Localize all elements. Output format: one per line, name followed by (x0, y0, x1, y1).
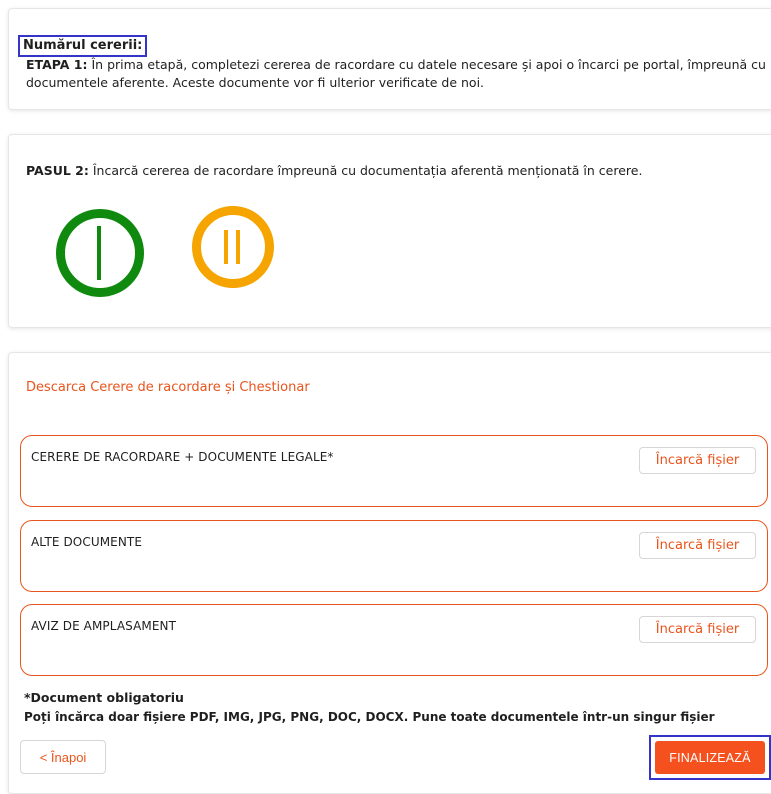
upload-other-documents-button[interactable]: Încarcă fișier (639, 532, 756, 559)
upload-legal-documents-label: CERERE DE RACORDARE + DOCUMENTE LEGALE* (31, 450, 334, 464)
pause-icon-bar-right (236, 230, 240, 264)
stage1-label: ETAPA 1: (26, 57, 88, 72)
pause-icon-bar-left (224, 230, 228, 264)
upload-site-permit-label: AVIZ DE AMPLASAMENT (31, 619, 177, 633)
power-icon-bar (97, 226, 101, 280)
power-icon (56, 209, 144, 297)
upload-legal-documents: CERERE DE RACORDARE + DOCUMENTE LEGALE* … (20, 435, 768, 507)
upload-site-permit-button[interactable]: Încarcă fișier (639, 616, 756, 643)
required-note: *Document obligatoriu (24, 690, 184, 705)
download-form-link[interactable]: Descarca Cerere de racordare și Chestion… (26, 380, 310, 395)
stage1-text: În prima etapă, completezi cererea de ra… (26, 57, 766, 90)
upload-other-documents: ALTE DOCUMENTE Încarcă fișier (20, 520, 768, 592)
stage1-description: ETAPA 1: În prima etapă, completezi cere… (26, 56, 766, 92)
step2-text: Încarcă cererea de racordare împreună cu… (88, 163, 643, 178)
upload-site-permit: AVIZ DE AMPLASAMENT Încarcă fișier (20, 604, 768, 676)
step2-description: PASUL 2: Încarcă cererea de racordare îm… (26, 162, 766, 180)
step2-label: PASUL 2: (26, 163, 89, 178)
upload-other-documents-label: ALTE DOCUMENTE (31, 535, 143, 549)
finalize-button[interactable]: FINALIZEAZĂ (655, 741, 765, 774)
upload-legal-documents-button[interactable]: Încarcă fișier (639, 447, 756, 474)
format-note: Poți încărca doar fișiere PDF, IMG, JPG,… (24, 710, 715, 724)
pause-icon (192, 206, 274, 288)
finalize-highlight: FINALIZEAZĂ (649, 735, 771, 780)
back-button[interactable]: < Înapoi (20, 740, 106, 774)
request-number-label: Numărul cererii: (18, 35, 148, 57)
